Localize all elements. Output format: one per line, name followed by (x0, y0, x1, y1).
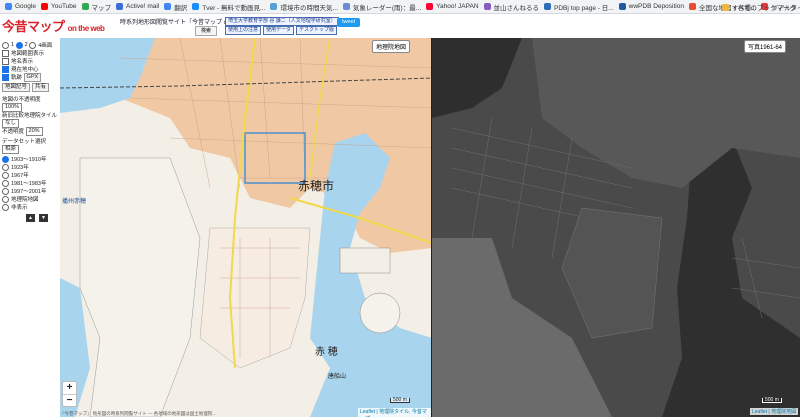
bookmark-item[interactable]: 並山さんねるる (483, 2, 539, 12)
center-checkbox[interactable] (2, 65, 9, 73)
bookmark-item[interactable]: Active! mail (116, 3, 159, 10)
bookmark-item[interactable]: Yahoo! JAPAN (426, 3, 479, 10)
period-option[interactable]: 1903〜1910年 (2, 155, 60, 163)
site-header: 今昔マップ on the web 時系列地形図閲覧サイト「今昔マップ on th… (0, 14, 800, 38)
park (359, 292, 401, 334)
bookmark-item[interactable]: 翻訳 (164, 2, 187, 12)
control-panel: 1 2 4画面 地図範囲表示 地名表示 現在地中心 軌跡 GPX 地図記号 共有… (0, 38, 60, 417)
bookmark-favicon-icon (5, 3, 12, 10)
bookmark-item[interactable]: 環境市の時間天気... (270, 2, 338, 12)
opt-track: 軌跡 GPX (2, 72, 60, 82)
map-right[interactable]: 写真1961-64 500 m Leaflet | 地理院地図 (432, 38, 800, 417)
period-nav: ▲ ▼ (26, 214, 60, 222)
right-scale: 500 m (762, 398, 782, 403)
aerial-photo (432, 38, 800, 417)
site-logo[interactable]: 今昔マップ on the web (2, 16, 105, 35)
bookmark-favicon-icon (164, 3, 172, 10)
period-option[interactable]: 1997〜2001年 (2, 187, 60, 195)
bookmark-favicon-icon (116, 3, 124, 10)
mountain-label: 唐船山 (328, 372, 346, 380)
bookmark-item[interactable]: Google (5, 3, 36, 10)
bookmark-favicon-icon (342, 3, 350, 10)
all-bookmarks[interactable]: すべてのブックマーク (721, 2, 796, 12)
zoom-control: + − (62, 381, 77, 407)
share-button[interactable]: 共有 (32, 82, 50, 92)
base-opacity-select[interactable]: 20% (25, 126, 43, 136)
bookmark-favicon-icon (81, 3, 89, 10)
split-2-radio[interactable] (15, 41, 23, 49)
header-links: 使用上の注意 使用データ デスクトップ版 (225, 26, 339, 35)
bookmark-item[interactable]: Tver - 無料で動画見... (192, 2, 265, 12)
period-radio[interactable] (2, 187, 9, 195)
right-map-selector[interactable]: 写真1961-64 (744, 40, 787, 53)
split-1-radio[interactable] (2, 41, 9, 49)
zoom-out-button[interactable]: − (63, 395, 76, 407)
period-radio[interactable] (2, 179, 9, 187)
dataset-select[interactable]: 相原 (2, 144, 20, 154)
bookmark-favicon-icon (40, 3, 48, 10)
map-left[interactable]: 赤穂市 赤 穂 唐船山 播州赤穂 地理院地図 500 m Leaflet | 地… (60, 38, 432, 417)
bookmark-item[interactable]: PDBj top page - 日... (544, 2, 614, 12)
base-opacity-row: 不透明度 20% (2, 126, 60, 136)
bookmark-favicon-icon (192, 3, 200, 10)
link-usage-notes[interactable]: 使用上の注意 (225, 26, 262, 35)
period-list: 1903〜1910年 1923年 1967年 1981〜1983年 1997〜2001年… (0, 155, 60, 211)
city-label: 赤穂市 (298, 178, 334, 193)
period-option[interactable]: 非表示 (2, 203, 60, 211)
bookmarks-bar: Google YouTube マップ Active! mail 翻訳 Tver - 無料で… (0, 0, 800, 14)
period-down-button[interactable]: ▼ (39, 214, 48, 222)
bookmark-item[interactable]: 気象レーダー(雨)：最... (342, 2, 421, 12)
track-checkbox[interactable] (2, 73, 9, 81)
period-radio[interactable] (2, 195, 9, 203)
record-row: 地図記号 共有 (2, 82, 60, 92)
split-4-radio[interactable] (29, 41, 37, 49)
topo-map: 赤穂市 赤 穂 唐船山 播州赤穂 (60, 38, 432, 417)
bookmark-favicon-icon (544, 3, 552, 10)
bookmark-item[interactable]: wwPDB Deposition (618, 3, 684, 10)
right-attribution[interactable]: Leaflet | 地理院地図 (750, 408, 799, 415)
bookmark-favicon-icon (270, 3, 278, 10)
left-scale: 500 m (390, 398, 410, 403)
names-checkbox[interactable] (2, 57, 9, 65)
split-options: 1 2 4画面 (2, 41, 60, 49)
bookmark-item[interactable]: YouTube (40, 3, 77, 10)
period-radio[interactable] (2, 171, 9, 179)
bookmark-item[interactable]: マップ (81, 2, 111, 12)
period-radio[interactable] (2, 163, 9, 171)
left-map-selector[interactable]: 地理院地図 (372, 40, 411, 53)
tweet-button[interactable]: tweet (337, 18, 361, 27)
area-label: 赤 穂 (315, 345, 338, 358)
folder-icon (721, 3, 729, 11)
range-checkbox[interactable] (2, 49, 9, 57)
period-option[interactable]: 1967年 (2, 171, 60, 179)
footer-text: 『今昔マップ』 地形図の時系列閲覧サイト ― 各地域の地形図は国土地理院… (60, 411, 217, 416)
period-option[interactable]: 地理院地図 (2, 195, 60, 203)
bookmark-favicon-icon (618, 3, 626, 10)
credit-link[interactable]: 埼玉大学教育学部 谷 謙二（人文地理学研究室） (225, 17, 339, 26)
map-symbol-button[interactable]: 地図記号 (2, 82, 31, 92)
bookmark-favicon-icon (483, 3, 491, 10)
period-radio[interactable] (2, 203, 9, 211)
bookmark-favicon-icon (688, 3, 696, 10)
link-data-used[interactable]: 使用データ (263, 26, 295, 35)
period-option[interactable]: 1981〜1983年 (2, 179, 60, 187)
opt-range[interactable]: 地図範囲表示 (2, 49, 60, 57)
factory-block (339, 247, 391, 274)
opt-names[interactable]: 地名表示 (2, 57, 60, 65)
bookmark-favicon-icon (426, 3, 434, 10)
period-option[interactable]: 1923年 (2, 163, 60, 171)
gpx-button[interactable]: GPX (23, 72, 42, 82)
period-up-button[interactable]: ▲ (26, 214, 35, 222)
zoom-in-button[interactable]: + (63, 382, 76, 395)
link-desktop[interactable]: デスクトップ版 (296, 26, 338, 35)
search-button[interactable]: 検索 (195, 26, 217, 36)
station-label: 播州赤穂 (62, 197, 86, 205)
period-radio[interactable] (2, 155, 9, 163)
